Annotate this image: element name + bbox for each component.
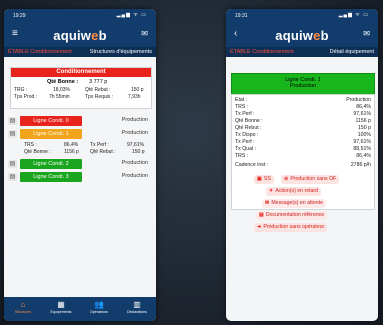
- sub-header: ÉTABLE Conditionnement Détail équipement: [226, 47, 378, 57]
- structure-icon: ⌂: [20, 300, 26, 309]
- alert-bell-icon[interactable]: ▤: [8, 173, 17, 181]
- line-button-3[interactable]: Ligne Condi. 3: [20, 172, 82, 182]
- late-actions-button[interactable]: ✦ Action(s) en retard: [266, 187, 322, 196]
- page-title: Structures d'équipements: [89, 49, 152, 55]
- page-title: Détail équipement: [329, 49, 374, 55]
- line1-scrap-label: Qté Rebut :: [90, 149, 116, 155]
- detail-row: Qté Rebut :150 p: [235, 125, 371, 131]
- line-state: Production: [121, 160, 148, 166]
- equipment-detail-content: Ligne Condi. 1 Production Etat : Producti…: [226, 57, 378, 297]
- line-state: Production: [121, 173, 148, 179]
- trg-value: 18,03%: [53, 87, 70, 93]
- prod-time-label: Tps Prod :: [14, 94, 38, 100]
- detail-row: TRS :86,4%: [235, 104, 371, 110]
- production-without-of-button[interactable]: ⊘ Production sans OF: [281, 175, 340, 184]
- line-row[interactable]: ▤ Ligne Condi. 0 Production: [8, 116, 152, 126]
- reference-docs-button[interactable]: ▤ Documentation référence: [256, 211, 328, 220]
- plant-name: ÉTABLE Conditionnement: [230, 49, 294, 55]
- ss-button[interactable]: ▣ SS: [254, 175, 274, 184]
- forbidden-icon: ⊘: [284, 176, 289, 182]
- req-time-value: 7,93h: [128, 94, 141, 100]
- signal-icons: ▂▄▆ ᯤ ▭: [116, 12, 147, 18]
- line1-perf-label: Tx Perf :: [90, 142, 109, 148]
- app-logo: aquiweb: [275, 28, 329, 43]
- phone-structures-screen: 19:29 ▂▄▆ ᯤ ▭ ≡ aquiweb ✉ ÉTABLE Conditi…: [4, 9, 156, 321]
- detail-row: Etat : Production: [235, 97, 371, 103]
- equipment-icon: ▦: [57, 300, 65, 309]
- line-button-1[interactable]: Ligne Condi. 1: [20, 129, 82, 139]
- detail-row: TRS :86,4%: [235, 153, 371, 159]
- nav-equipments[interactable]: ▦ Équipements: [42, 300, 80, 314]
- signal-icons: ▂▄▆ ᯤ ▭: [338, 12, 369, 18]
- clipboard-icon: ▥: [133, 300, 141, 309]
- production-without-operator-button[interactable]: ➜ Production sans opérateur: [254, 223, 328, 232]
- nav-operators[interactable]: 👥 Opérateurs: [80, 300, 118, 314]
- trg-row: TRG :: [14, 87, 28, 93]
- mail-icon[interactable]: ✉: [363, 29, 370, 39]
- mail-icon: ✉: [265, 200, 270, 206]
- line-state: Production: [121, 130, 148, 136]
- nav-declarations[interactable]: ▥ Déclarations: [118, 300, 156, 314]
- alert-bell-icon[interactable]: ▤: [8, 117, 17, 125]
- detail-row: Tx Qual :88,51%: [235, 146, 371, 152]
- equipment-header-card: Ligne Condi. 1 Production: [231, 73, 375, 95]
- operators-icon: 👥: [94, 300, 104, 309]
- summary-card[interactable]: Conditionnement Qté Bonne : 3 777 p TRG …: [10, 67, 152, 109]
- app-logo: aquiweb: [53, 28, 107, 43]
- line-button-0[interactable]: Ligne Condi. 0: [20, 116, 82, 126]
- document-icon: ▤: [259, 212, 264, 218]
- login-arrow-icon: ➜: [257, 224, 262, 230]
- equipment-state: Production: [289, 83, 317, 89]
- status-bar: 19:31 ▂▄▆ ᯤ ▭: [226, 9, 378, 23]
- line-button-2[interactable]: Ligne Condi. 2: [20, 159, 82, 169]
- alert-bell-icon[interactable]: ▤: [8, 130, 17, 138]
- app-header: ≡ aquiweb ✉: [4, 23, 156, 47]
- mail-icon[interactable]: ✉: [141, 29, 148, 39]
- scrap-value: 150 p: [131, 87, 144, 93]
- line1-good-label: Qté Bonne :: [24, 149, 51, 155]
- phone-equipment-detail-screen: 19:31 ▂▄▆ ᯤ ▭ ‹ aquiweb ✉ ÉTABLE Conditi…: [226, 9, 378, 321]
- line-row[interactable]: ▤ Ligne Condi. 3 Production: [8, 172, 152, 182]
- line1-trs-label: TRS :: [24, 142, 37, 148]
- detail-row: Tx Perf :97,61%: [235, 111, 371, 117]
- line-state: Production: [121, 117, 148, 123]
- app-header: ‹ aquiweb ✉: [226, 23, 378, 47]
- structure-content: Conditionnement Qté Bonne : 3 777 p TRG …: [4, 57, 156, 297]
- sub-header: ÉTABLE Conditionnement Structures d'équi…: [4, 47, 156, 57]
- bottom-navigation: ⌂ Structures ▦ Équipements 👥 Opérateurs …: [4, 297, 156, 321]
- scrap-label: Qté Rebut :: [85, 87, 111, 93]
- detail-row: Qté Bonne :1156 p: [235, 118, 371, 124]
- line1-good-value: 1156 p: [64, 149, 79, 155]
- plant-name: ÉTABLE Conditionnement: [8, 49, 72, 55]
- line1-scrap-value: 150 p: [132, 149, 145, 155]
- req-time-label: Tps Requis :: [85, 94, 114, 100]
- detail-row: Tx Perf :97,61%: [235, 139, 371, 145]
- prod-time-value: 7h 55min: [49, 94, 70, 100]
- pending-messages-button[interactable]: ✉ Message(s) en attente: [262, 199, 326, 208]
- pin-icon: ✦: [269, 188, 274, 194]
- line1-perf-value: 97,61%: [127, 142, 144, 148]
- line-row[interactable]: ▤ Ligne Condi. 2 Production: [8, 159, 152, 169]
- nav-structures[interactable]: ⌂ Structures: [4, 300, 42, 314]
- line1-trs-value: 86,4%: [64, 142, 79, 148]
- summary-header: Conditionnement: [11, 68, 151, 77]
- calendar-icon: ▣: [257, 176, 262, 182]
- line-row[interactable]: ▤ Ligne Condi. 1 Production: [8, 129, 152, 139]
- status-bar: 19:29 ▂▄▆ ᯤ ▭: [4, 9, 156, 23]
- status-time: 19:31: [235, 13, 248, 19]
- detail-row: Tx Dispo :100%: [235, 132, 371, 138]
- detail-row: Cadence inst :2786 p/h: [235, 162, 371, 168]
- status-time: 19:29: [13, 13, 26, 19]
- alert-bell-icon[interactable]: ▤: [8, 160, 17, 168]
